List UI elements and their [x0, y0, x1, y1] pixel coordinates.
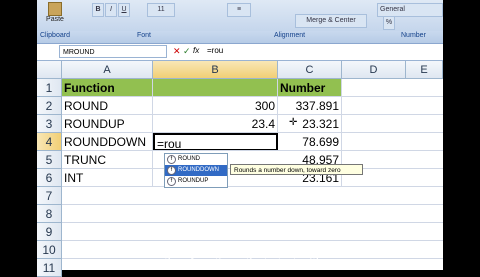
function-tooltip: Rounds a number down, toward zero	[230, 164, 363, 175]
formula-bar: MROUND ✕ ✓ fx =rou	[37, 44, 443, 61]
cell-c2[interactable]: 337.891	[278, 97, 342, 115]
enter-icon[interactable]: ✓	[183, 46, 191, 57]
row-header-2[interactable]: 2	[37, 97, 62, 115]
function-icon: f	[167, 166, 176, 175]
cell-c4[interactable]: 78.699	[278, 133, 342, 151]
clipboard-icon	[48, 2, 62, 16]
row-header-8[interactable]: 8	[37, 205, 62, 223]
autocomplete-item-round[interactable]: f ROUND	[165, 154, 227, 165]
row-header-6[interactable]: 6	[37, 169, 62, 187]
group-font: Font	[137, 32, 152, 39]
row-header-3[interactable]: 3	[37, 115, 62, 133]
group-alignment: Alignment	[274, 32, 306, 39]
autocomplete-item-rounddown[interactable]: f ROUNDDOWN	[165, 165, 227, 176]
autocomplete-label: ROUND	[178, 156, 200, 162]
col-header-d[interactable]: D	[342, 61, 406, 79]
name-box[interactable]: MROUND	[59, 45, 167, 58]
align-center-button[interactable]: ≡	[227, 3, 251, 17]
cell-a1[interactable]: Function	[62, 79, 153, 97]
merge-center-button[interactable]: Merge & Center	[295, 14, 367, 28]
row-header-5[interactable]: 5	[37, 151, 62, 169]
number-format-select[interactable]: General	[377, 3, 443, 17]
cell-a5[interactable]: TRUNC	[62, 151, 153, 169]
bold-button[interactable]: B	[92, 3, 104, 17]
font-size-select[interactable]: 11	[147, 3, 175, 17]
cell-b3[interactable]: 23.4	[153, 115, 278, 133]
paste-button[interactable]: Paste	[43, 2, 67, 28]
select-all-corner[interactable]	[37, 61, 62, 79]
row-header-7[interactable]: 7	[37, 187, 62, 205]
cell-b1[interactable]	[153, 79, 278, 97]
underline-button[interactable]: U	[118, 3, 130, 17]
col-header-a[interactable]: A	[62, 61, 153, 79]
group-number: Number	[401, 32, 426, 39]
paste-label: Paste	[46, 16, 64, 23]
cross-cursor-icon: ✛	[289, 117, 298, 128]
cell-c3[interactable]: 23.321	[278, 115, 342, 133]
row-header-4[interactable]: 4	[37, 133, 62, 151]
cell-a2[interactable]: ROUND	[62, 97, 153, 115]
autocomplete-label: ROUNDUP	[178, 178, 209, 184]
cancel-icon[interactable]: ✕	[173, 46, 181, 57]
percent-button[interactable]: %	[383, 16, 395, 30]
video-subtitle: other functions that start with	[156, 256, 324, 270]
col-header-e[interactable]: E	[406, 61, 443, 79]
ribbon: Paste B I U 11 ≡ Merge & Center General …	[37, 0, 443, 32]
function-icon: f	[167, 155, 176, 164]
formula-input[interactable]: =rou	[207, 46, 223, 55]
italic-button[interactable]: I	[105, 3, 117, 17]
cell-a6[interactable]: INT	[62, 169, 153, 187]
cell-b2[interactable]: 300	[153, 97, 278, 115]
col-header-b[interactable]: B	[153, 61, 278, 79]
cell-c1[interactable]: Number	[278, 79, 342, 97]
function-icon: f	[167, 177, 176, 186]
col-header-c[interactable]: C	[278, 61, 342, 79]
ribbon-group-labels: Clipboard Font Alignment Number	[37, 31, 443, 44]
autocomplete-label: ROUNDDOWN	[178, 167, 219, 173]
row-header-1[interactable]: 1	[37, 79, 62, 97]
insert-function-icon[interactable]: fx	[193, 46, 199, 55]
cell-a3[interactable]: ROUNDUP	[62, 115, 153, 133]
cell-a4[interactable]: ROUNDDOWN	[62, 133, 153, 151]
row-header-9[interactable]: 9	[37, 223, 62, 241]
group-clipboard: Clipboard	[40, 32, 70, 39]
autocomplete-item-roundup[interactable]: f ROUNDUP	[165, 176, 227, 187]
active-cell-b4[interactable]: =rou	[153, 133, 278, 151]
function-autocomplete-list: f ROUND f ROUNDDOWN f ROUNDUP	[164, 153, 228, 188]
